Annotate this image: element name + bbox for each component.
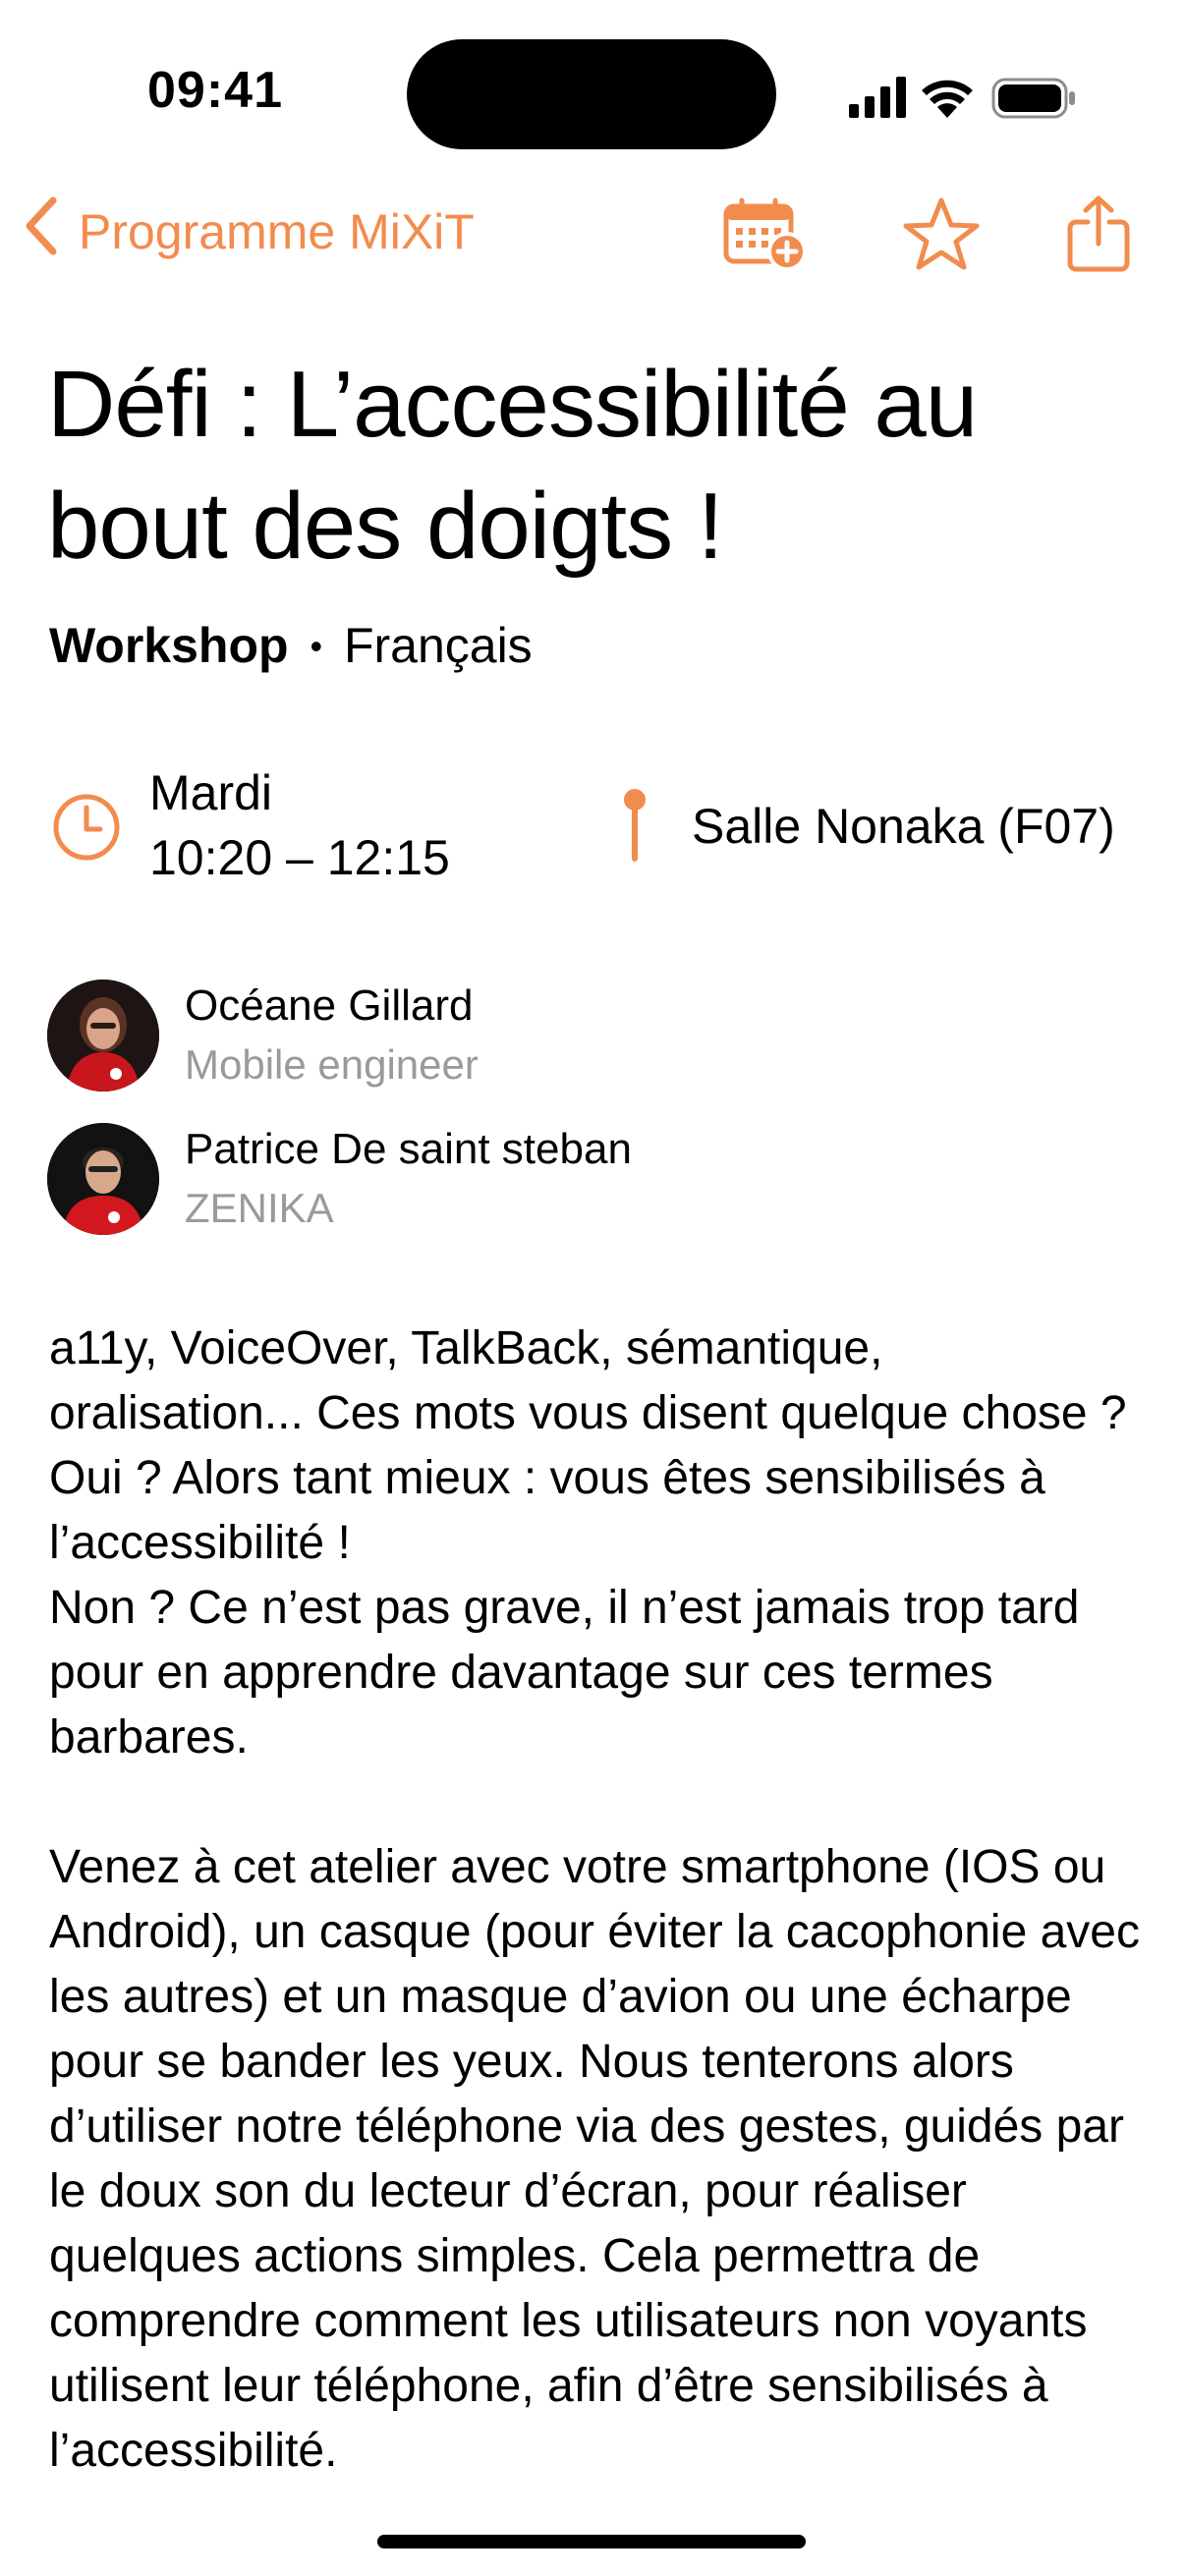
session-room: Salle Nonaka (F07)	[692, 799, 1115, 854]
session-language: Français	[343, 618, 533, 673]
home-indicator[interactable]	[377, 2535, 806, 2548]
back-button[interactable]: Programme MiXiT	[22, 193, 475, 271]
speaker-subtitle: Mobile engineer	[185, 1041, 479, 1088]
speaker-item[interactable]: Océane Gillard Mobile engineer	[47, 979, 1138, 1092]
share-icon	[1066, 195, 1131, 278]
session-description: a11y, VoiceOver, TalkBack, sémantique, o…	[49, 1322, 1140, 2477]
clock-icon	[51, 792, 122, 863]
session-meta: Workshop • Français	[49, 611, 533, 681]
session-time: 10:20 – 12:15	[149, 830, 450, 885]
status-time: 09:41	[147, 62, 283, 119]
session-day: Mardi	[149, 765, 273, 820]
favorite-button[interactable]	[894, 189, 988, 283]
calendar-add-icon	[722, 196, 807, 276]
add-to-calendar-button[interactable]	[717, 189, 812, 283]
wifi-icon	[922, 80, 973, 118]
dynamic-island	[407, 39, 776, 149]
location-pin-icon	[607, 786, 662, 865]
chevron-left-icon	[22, 195, 61, 269]
status-icons	[847, 73, 1083, 122]
session-schedule: Mardi 10:20 – 12:15	[149, 760, 450, 890]
cellular-signal-icon	[849, 77, 906, 118]
speaker-name: Océane Gillard	[185, 981, 474, 1030]
speaker-subtitle: ZENIKA	[185, 1185, 334, 1231]
share-button[interactable]	[1051, 189, 1146, 283]
avatar	[47, 980, 159, 1092]
avatar	[47, 1123, 159, 1235]
back-label: Programme MiXiT	[79, 204, 475, 259]
session-kind: Workshop	[49, 618, 289, 673]
battery-icon	[991, 78, 1075, 119]
speaker-item[interactable]: Patrice De saint steban ZENIKA	[47, 1122, 1138, 1236]
star-icon	[902, 196, 981, 277]
session-title: Défi : L’accessibilité au bout des doigt…	[47, 352, 978, 579]
meta-separator: •	[310, 626, 323, 666]
speaker-name: Patrice De saint steban	[185, 1125, 632, 1173]
